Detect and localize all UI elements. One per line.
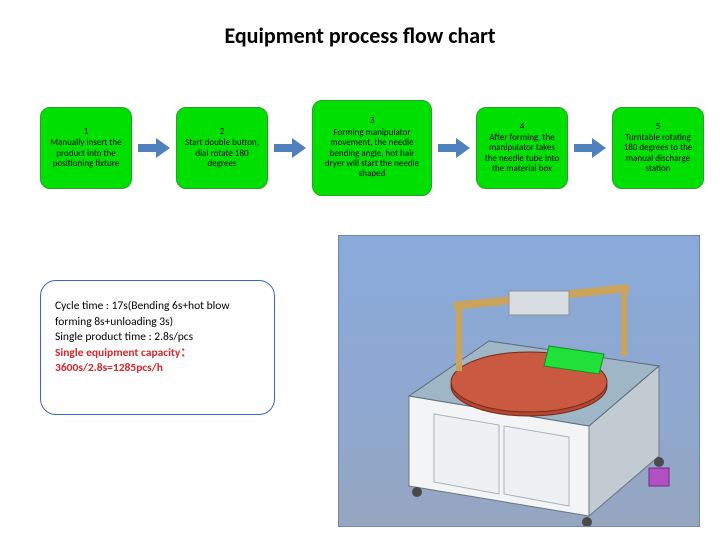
slide-canvas: Equipment process flow chart 1 Manually … [0,0,720,540]
single-product-time-line: Single product time : 2.8s/pcs [55,330,260,346]
step-5: 5 Turntable rotating 180 degrees to the … [612,107,704,189]
process-flow: 1 Manually insert the product into the p… [40,100,700,196]
arrow-icon [438,138,470,158]
cycle-time-line: Cycle time : 17s(Bending 6s+hot blow for… [55,299,260,330]
step-3-text: Forming manipulator movement, the needle… [319,128,425,180]
step-3-number: 3 [370,116,375,126]
step-2: 2 Start double button, dial rotate 180 d… [176,107,268,189]
cycle-notes: Cycle time : 17s(Bending 6s+hot blow for… [40,280,275,415]
arrow-icon [574,138,606,158]
step-1-number: 1 [84,127,89,137]
step-4-text: After forming, the manipulator takes the… [483,133,561,174]
step-2-text: Start double button, dial rotate 180 deg… [183,138,261,169]
machine-icon [339,236,699,526]
machine-illustration [338,235,700,527]
page-title: Equipment process flow chart [0,22,720,49]
step-2-number: 2 [220,127,225,137]
step-5-number: 5 [656,122,661,132]
capacity-line: Single equipment capacity：3600s/2.8s=128… [55,346,260,377]
step-1-text: Manually insert the product into the pos… [47,138,125,169]
step-4-number: 4 [520,122,525,132]
step-5-text: Turntable rotating 180 degrees to the ma… [619,133,697,174]
arrow-icon [274,138,306,158]
arrow-icon [138,138,170,158]
step-4: 4 After forming, the manipulator takes t… [476,107,568,189]
step-3: 3 Forming manipulator movement, the need… [312,100,432,196]
step-1: 1 Manually insert the product into the p… [40,107,132,189]
